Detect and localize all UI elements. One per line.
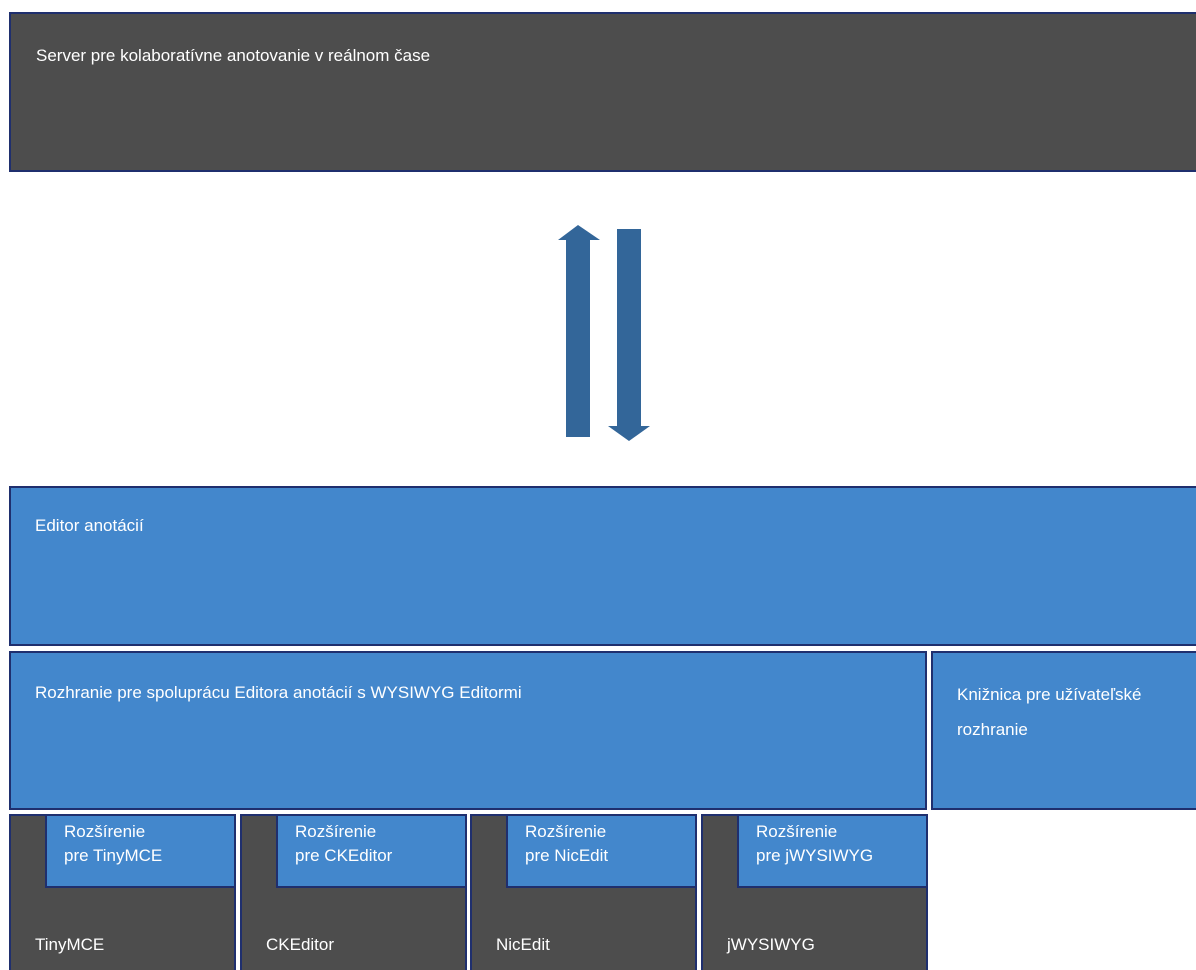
wysiwyg-editor-label: TinyMCE: [35, 935, 105, 954]
wysiwyg-editor-box: Rozšírenie pre NicEdit NicEdit: [470, 814, 697, 970]
wysiwyg-editor-box: Rozšírenie pre TinyMCE TinyMCE: [9, 814, 236, 970]
arrow-down-icon: [608, 229, 650, 441]
wysiwyg-editor-box: Rozšírenie pre jWYSIWYG jWYSIWYG: [701, 814, 928, 970]
extension-box: Rozšírenie pre CKEditor: [276, 816, 465, 888]
arrow-up-icon: [558, 225, 600, 437]
annotation-editor-label: Editor anotácií: [35, 516, 144, 535]
extension-box: Rozšírenie pre jWYSIWYG: [737, 816, 926, 888]
ui-library-label: Knižnica pre užívateľské rozhranie: [957, 685, 1142, 739]
interface-box: Rozhranie pre spoluprácu Editora anotáci…: [9, 651, 927, 810]
server-box: Server pre kolaboratívne anotovanie v re…: [9, 12, 1196, 172]
wysiwyg-editor-label: NicEdit: [496, 935, 550, 954]
wysiwyg-editor-label: jWYSIWYG: [727, 935, 815, 954]
extension-label-line2: pre NicEdit: [525, 846, 609, 865]
ui-library-box: Knižnica pre užívateľské rozhranie: [931, 651, 1196, 810]
annotation-editor-box: Editor anotácií: [9, 486, 1196, 646]
interface-label: Rozhranie pre spoluprácu Editora anotáci…: [35, 683, 522, 702]
extension-label-line2: pre TinyMCE: [64, 846, 163, 865]
wysiwyg-editor-label: CKEditor: [266, 935, 335, 954]
extension-label-line1: Rozšírenie: [64, 822, 146, 841]
extension-label-line2: pre CKEditor: [295, 846, 393, 865]
extension-box: Rozšírenie pre TinyMCE: [45, 816, 234, 888]
extension-label-line1: Rozšírenie: [525, 822, 607, 841]
extension-label-line1: Rozšírenie: [295, 822, 377, 841]
server-label: Server pre kolaboratívne anotovanie v re…: [36, 46, 431, 65]
bidirectional-arrows: [558, 225, 650, 441]
extension-label-line1: Rozšírenie: [756, 822, 838, 841]
extension-box: Rozšírenie pre NicEdit: [506, 816, 695, 888]
extension-label-line2: pre jWYSIWYG: [756, 846, 874, 865]
wysiwyg-editor-box: Rozšírenie pre CKEditor CKEditor: [240, 814, 467, 970]
